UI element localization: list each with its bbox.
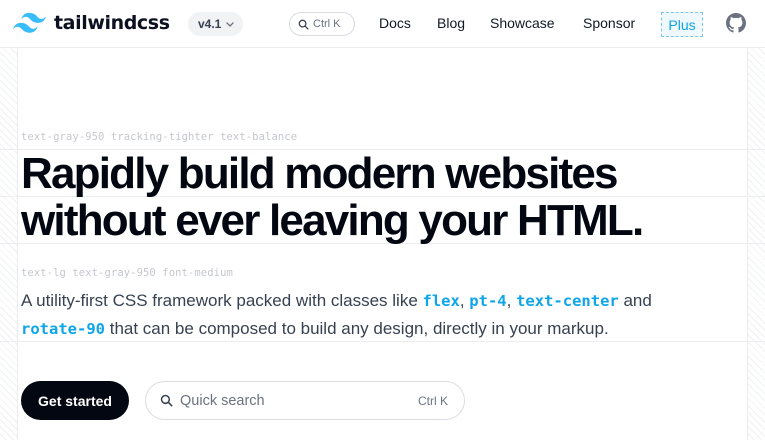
quick-search-input[interactable]: Quick search Ctrl K bbox=[145, 381, 465, 420]
nav-docs[interactable]: Docs bbox=[379, 15, 411, 31]
search-icon bbox=[160, 394, 173, 407]
brand-name: tailwindcss bbox=[54, 12, 170, 34]
version-selector[interactable]: v4.1 bbox=[188, 12, 244, 36]
hero-subtext: A utility-first CSS framework packed wit… bbox=[21, 287, 741, 343]
left-gutter-pattern bbox=[0, 48, 18, 440]
headline-class-label: text-gray-950 tracking-tighter text-bala… bbox=[21, 131, 298, 143]
quick-search-placeholder: Quick search bbox=[180, 392, 265, 409]
subtext-class-label: text-lg text-gray-950 font-medium bbox=[21, 267, 233, 279]
code-rotate-90: rotate-90 bbox=[21, 320, 105, 338]
subtext-sep: and bbox=[618, 291, 652, 310]
site-header: tailwindcss v4.1 Ctrl K Docs Blog Showca… bbox=[0, 0, 765, 48]
right-gutter-pattern bbox=[747, 48, 765, 440]
subtext-outro: that can be composed to build any design… bbox=[105, 319, 609, 338]
headline-line-2: without ever leaving your HTML. bbox=[21, 196, 644, 245]
code-text-center: text-center bbox=[516, 292, 619, 310]
search-shortcut: Ctrl K bbox=[313, 18, 341, 30]
home-logo-link[interactable]: tailwindcss bbox=[13, 12, 170, 34]
version-label: v4.1 bbox=[198, 17, 222, 31]
code-pt-4: pt-4 bbox=[469, 292, 507, 310]
nav-sponsor[interactable]: Sponsor bbox=[583, 15, 635, 31]
subtext-sep: , bbox=[506, 291, 517, 310]
get-started-button[interactable]: Get started bbox=[21, 381, 129, 420]
subtext-sep: , bbox=[459, 291, 470, 310]
chevron-down-icon bbox=[226, 21, 235, 27]
tailwind-logo-icon bbox=[13, 12, 46, 33]
header-search-button[interactable]: Ctrl K bbox=[289, 12, 355, 36]
nav-showcase[interactable]: Showcase bbox=[490, 15, 555, 31]
code-flex: flex bbox=[422, 292, 460, 310]
headline-line-1: Rapidly build modern websites bbox=[21, 149, 618, 198]
nav-plus[interactable]: Plus bbox=[661, 12, 703, 37]
nav-blog[interactable]: Blog bbox=[437, 15, 465, 31]
search-icon bbox=[298, 19, 309, 30]
quick-search-shortcut: Ctrl K bbox=[418, 393, 448, 408]
subtext-intro: A utility-first CSS framework packed wit… bbox=[21, 291, 423, 310]
github-icon[interactable] bbox=[726, 13, 746, 33]
hero-headline: Rapidly build modern websites without ev… bbox=[21, 150, 721, 244]
